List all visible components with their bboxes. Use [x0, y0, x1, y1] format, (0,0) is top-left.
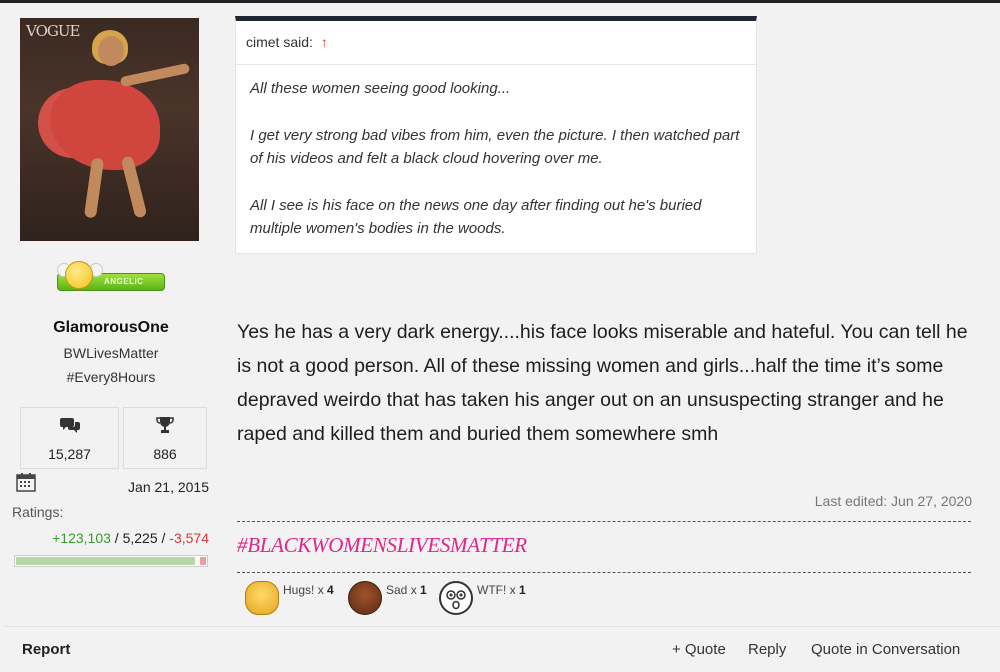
trophy-points: 886 [153, 446, 177, 462]
ratings-summary: +123,103 / 5,225 / -3,574 [3, 530, 209, 546]
signature: #BLACKWOMENSLIVESMATTER [237, 533, 527, 557]
avatar-figure-part [119, 62, 191, 88]
last-edited: Last edited: Jun 27, 2020 [814, 493, 972, 509]
messages-count: 15,287 [48, 446, 91, 462]
trophy-stat[interactable]: 886 [123, 407, 207, 469]
wtf-emoji-icon [439, 581, 473, 615]
ratings-label: Ratings: [12, 504, 64, 520]
ratings-bar-positive [16, 557, 195, 565]
quote-header[interactable]: cimet said: ↑ [236, 21, 756, 65]
quote-paragraph: All I see is his face on the news one da… [250, 197, 702, 237]
reactions-bar: Hugs! x 4 Sad x 1 WTF! x 1 [245, 581, 745, 617]
badge-label: ANGELIC [104, 277, 144, 286]
calendar-icon [16, 472, 36, 498]
avatar[interactable]: VOGUE [20, 18, 199, 241]
quote-block: cimet said: ↑ All these women seeing goo… [235, 16, 757, 254]
report-link[interactable]: Report [22, 641, 70, 658]
user-info-column: VOGUE ANGELIC GlamorousOne BWLivesMatter… [3, 3, 219, 621]
signature-divider [237, 521, 971, 522]
username-link[interactable]: GlamorousOne [3, 319, 219, 337]
quote-author[interactable]: cimet said: [246, 34, 313, 50]
post-main: cimet said: ↑ All these women seeing goo… [235, 3, 980, 621]
post-body: Yes he has a very dark energy....his fac… [237, 321, 968, 445]
quote-link[interactable]: + Quote [672, 641, 726, 658]
avatar-magazine-text: VOGUE [26, 22, 80, 40]
ratings-negative[interactable]: -3,574 [169, 530, 209, 546]
reaction-label: Sad x 1 [386, 583, 427, 597]
quote-paragraph: All these women seeing good looking... [250, 80, 511, 97]
reaction-label: Hugs! x 4 [283, 583, 334, 597]
angel-smiley-icon [65, 261, 93, 289]
quote-paragraph: I get very strong bad vibes from him, ev… [250, 127, 740, 167]
post-card: VOGUE ANGELIC GlamorousOne BWLivesMatter… [3, 3, 1000, 621]
quote-body: All these women seeing good looking... I… [236, 65, 756, 276]
user-title-line: BWLivesMatter [63, 345, 159, 361]
ratings-positive[interactable]: +123,103 [52, 530, 111, 546]
avatar-figure-part [120, 155, 148, 219]
join-date: Jan 21, 2015 [128, 479, 209, 495]
ratings-bar-negative [200, 557, 206, 565]
hugs-emoji-icon [245, 581, 279, 615]
ratings-separator: / [161, 530, 166, 546]
reply-link[interactable]: Reply [748, 641, 786, 658]
quote-in-conversation-link[interactable]: Quote in Conversation [811, 641, 960, 658]
ratings-separator: / [114, 530, 119, 546]
trophy-icon [124, 416, 206, 439]
reaction-label: WTF! x 1 [477, 583, 526, 597]
messages-stat[interactable]: 15,287 [20, 407, 119, 469]
signature-divider [237, 572, 971, 573]
user-title-line: #Every8Hours [66, 369, 156, 385]
sad-emoji-icon [348, 581, 382, 615]
user-rank-badge: ANGELIC [55, 261, 167, 293]
chat-bubbles-icon [21, 416, 118, 439]
avatar-figure-part [98, 36, 124, 66]
jump-to-quote-icon[interactable]: ↑ [321, 34, 328, 50]
ratings-neutral[interactable]: 5,225 [123, 530, 158, 546]
avatar-figure-part [83, 157, 105, 219]
ratings-bar [14, 555, 208, 567]
post-footer: Report + Quote Reply Quote in Conversati… [3, 626, 1000, 672]
